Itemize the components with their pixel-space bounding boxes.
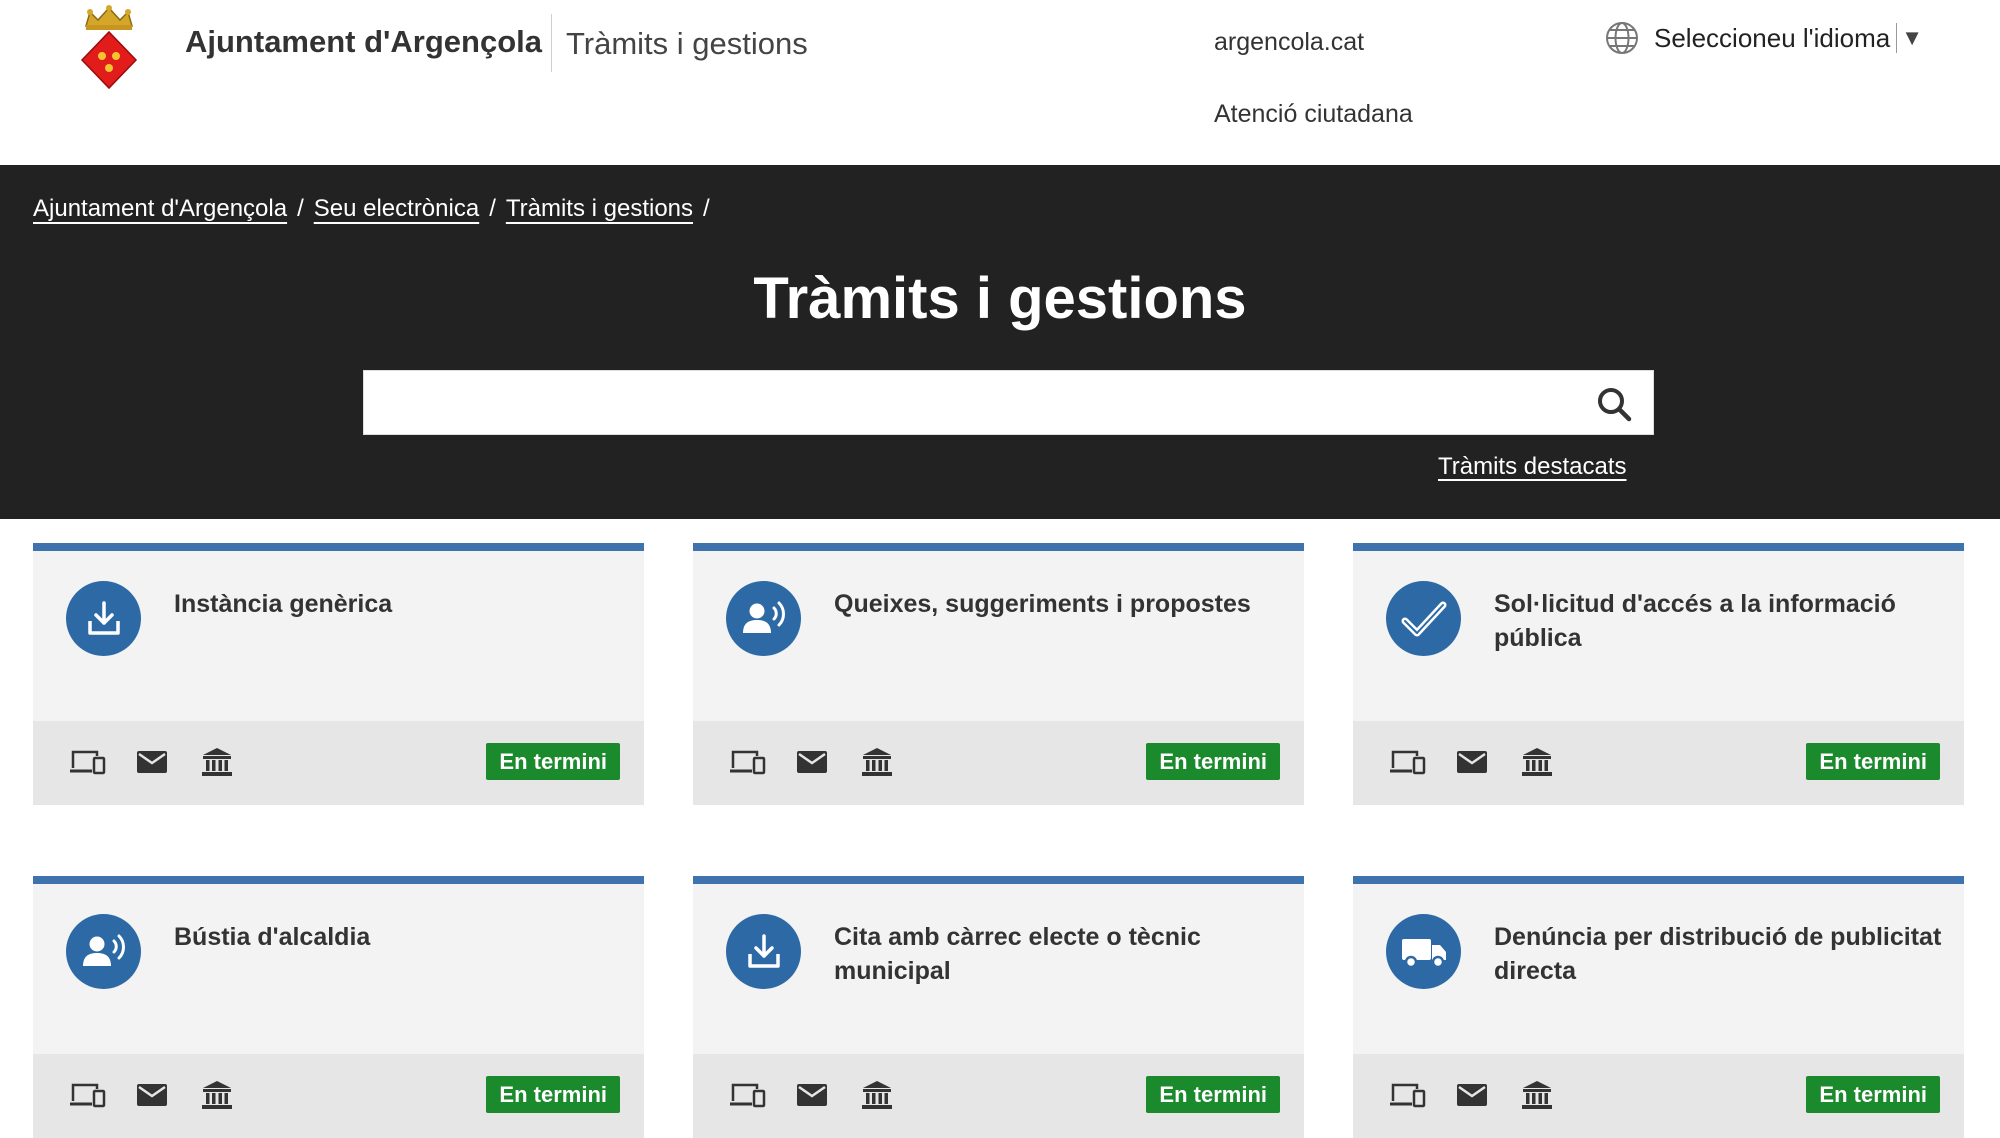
card-title[interactable]: Sol·licitud d'accés a la informació públ…	[1494, 587, 1946, 655]
section-title[interactable]: Tràmits i gestions	[566, 26, 808, 62]
speaking-person-icon	[66, 914, 141, 989]
featured-procedures-link[interactable]: Tràmits destacats	[1438, 453, 1627, 481]
card-body: Bústia d'alcaldia	[33, 884, 644, 1056]
procedure-card[interactable]: Queixes, suggeriments i propostes En ter…	[693, 543, 1304, 805]
online-device-icon	[69, 1076, 107, 1114]
procedure-card[interactable]: Bústia d'alcaldia En termini	[33, 876, 644, 1138]
mail-icon	[133, 743, 171, 781]
card-title[interactable]: Denúncia per distribució de publicitat d…	[1494, 920, 1946, 988]
language-selector[interactable]: Seleccioneu l'idioma ▼	[1604, 20, 1923, 56]
office-building-icon	[858, 743, 896, 781]
dropdown-arrow-icon: ▼	[1901, 25, 1923, 50]
online-device-icon	[1389, 743, 1427, 781]
card-title[interactable]: Instància genèrica	[174, 587, 626, 621]
card-body: Cita amb càrrec electe o tècnic municipa…	[693, 884, 1304, 1056]
mail-icon	[793, 1076, 831, 1114]
status-badge: En termini	[486, 1076, 620, 1113]
municipal-coat-of-arms-logo[interactable]	[78, 4, 140, 90]
status-badge: En termini	[1806, 1076, 1940, 1113]
status-badge: En termini	[1806, 743, 1940, 780]
language-separator	[1896, 23, 1898, 53]
search-button[interactable]	[1593, 383, 1635, 425]
mail-icon	[1453, 743, 1491, 781]
breadcrumb-item-home[interactable]: Ajuntament d'Argençola	[33, 195, 287, 223]
card-footer: En termini	[33, 721, 644, 805]
mail-icon	[1453, 1076, 1491, 1114]
breadcrumb: Ajuntament d'Argençola / Seu electrònica…	[33, 195, 710, 223]
hero-banner: Ajuntament d'Argençola / Seu electrònica…	[0, 165, 2000, 519]
download-icon	[726, 914, 801, 989]
website-link[interactable]: argencola.cat	[1214, 28, 1364, 57]
speaking-person-icon	[726, 581, 801, 656]
header-divider	[551, 14, 552, 72]
checkmark-icon	[1386, 581, 1461, 656]
breadcrumb-item-e-office[interactable]: Seu electrònica	[314, 195, 479, 223]
download-icon	[66, 581, 141, 656]
online-device-icon	[69, 743, 107, 781]
search-input[interactable]	[364, 371, 1653, 434]
card-title[interactable]: Bústia d'alcaldia	[174, 920, 626, 954]
office-building-icon	[198, 1076, 236, 1114]
status-badge: En termini	[486, 743, 620, 780]
search-icon	[1598, 388, 1632, 422]
globe-icon	[1606, 22, 1638, 54]
card-footer: En termini	[693, 1054, 1304, 1138]
language-label: Seleccioneu l'idioma	[1654, 22, 1891, 53]
procedure-card[interactable]: Instància genèrica En termini	[33, 543, 644, 805]
card-title[interactable]: Queixes, suggeriments i propostes	[834, 587, 1286, 621]
card-footer: En termini	[33, 1054, 644, 1138]
online-device-icon	[729, 1076, 767, 1114]
status-badge: En termini	[1146, 743, 1280, 780]
breadcrumb-separator: /	[489, 195, 496, 222]
card-footer: En termini	[1353, 1054, 1964, 1138]
breadcrumb-separator: /	[703, 195, 710, 222]
online-device-icon	[1389, 1076, 1427, 1114]
citizen-service-link[interactable]: Atenció ciutadana	[1214, 100, 1413, 129]
mail-icon	[133, 1076, 171, 1114]
organization-name[interactable]: Ajuntament d'Argençola	[185, 24, 542, 60]
procedure-card[interactable]: Denúncia per distribució de publicitat d…	[1353, 876, 1964, 1138]
card-footer: En termini	[1353, 721, 1964, 805]
card-body: Sol·licitud d'accés a la informació públ…	[1353, 551, 1964, 723]
online-device-icon	[729, 743, 767, 781]
office-building-icon	[1518, 1076, 1556, 1114]
procedure-card[interactable]: Cita amb càrrec electe o tècnic municipa…	[693, 876, 1304, 1138]
office-building-icon	[198, 743, 236, 781]
mail-icon	[793, 743, 831, 781]
status-badge: En termini	[1146, 1076, 1280, 1113]
procedure-card[interactable]: Sol·licitud d'accés a la informació públ…	[1353, 543, 1964, 805]
search-box	[363, 370, 1654, 435]
site-header: Ajuntament d'Argençola Tràmits i gestion…	[0, 0, 2000, 165]
card-body: Denúncia per distribució de publicitat d…	[1353, 884, 1964, 1056]
breadcrumb-separator: /	[297, 195, 304, 222]
office-building-icon	[1518, 743, 1556, 781]
card-body: Instància genèrica	[33, 551, 644, 723]
card-footer: En termini	[693, 721, 1304, 805]
breadcrumb-item-procedures[interactable]: Tràmits i gestions	[506, 195, 693, 223]
page-title: Tràmits i gestions	[753, 266, 1247, 331]
office-building-icon	[858, 1076, 896, 1114]
card-body: Queixes, suggeriments i propostes	[693, 551, 1304, 723]
card-title[interactable]: Cita amb càrrec electe o tècnic municipa…	[834, 920, 1286, 988]
truck-icon	[1386, 914, 1461, 989]
